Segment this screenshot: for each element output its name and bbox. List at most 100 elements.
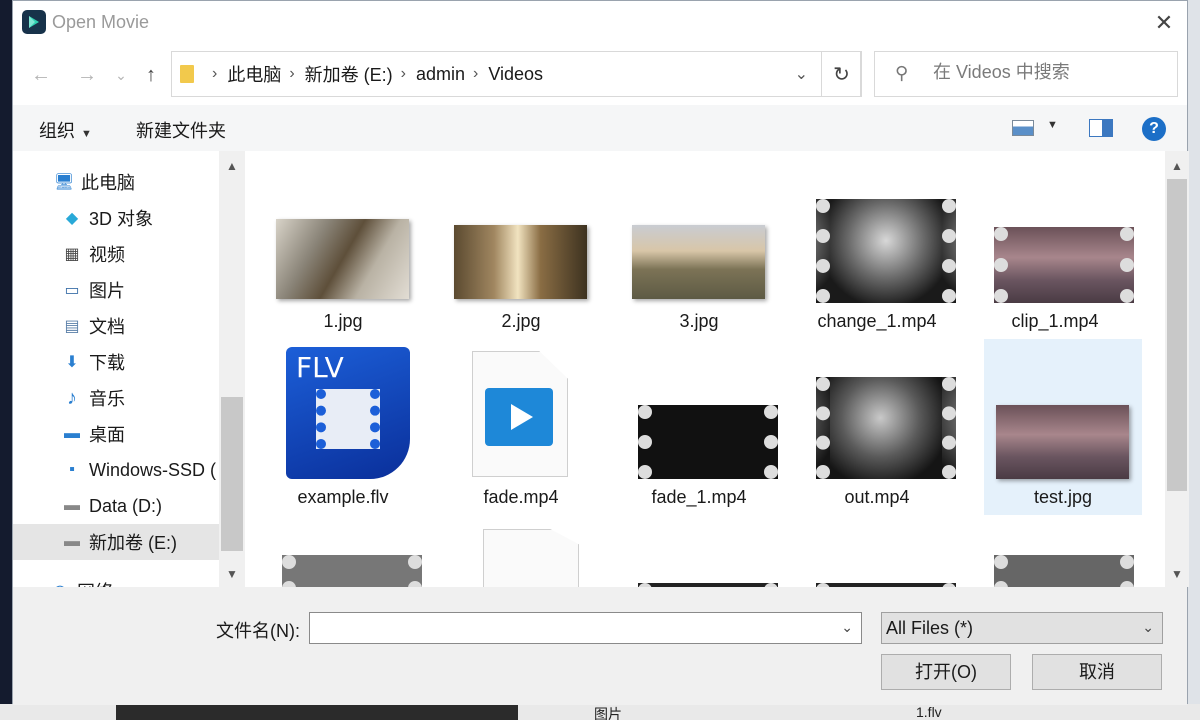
preview-pane-icon[interactable] (1089, 119, 1113, 137)
recent-locations-chevron-icon[interactable]: ⌄ (107, 61, 135, 89)
search-box[interactable]: ⚲ (874, 51, 1178, 97)
back-arrow-icon[interactable]: ← (27, 61, 55, 89)
breadcrumb-separator-icon[interactable]: › (289, 65, 294, 83)
app-icon (22, 10, 46, 34)
file-type-select[interactable]: All Files (*) ⌄ (881, 612, 1163, 644)
sidebar-item-videos[interactable]: ▦ 视频 (13, 236, 219, 272)
video-thumbnail (638, 405, 778, 479)
sidebar-item-label: 文档 (89, 317, 125, 337)
open-movie-dialog: Open Movie ✕ ← → ⌄ ↑ › 此电脑 › 新加卷 (E:) › … (12, 0, 1189, 705)
address-bar[interactable]: › 此电脑 › 新加卷 (E:) › admin › Videos ⌄ (171, 51, 861, 97)
sidebar-item-label: 桌面 (89, 425, 125, 445)
sidebar-scrollbar-thumb[interactable] (221, 397, 243, 551)
music-icon: ♪ (67, 386, 77, 409)
view-options-caret-icon[interactable]: ▼ (1047, 119, 1058, 131)
sidebar-item-network[interactable]: ◎ 网络 (13, 573, 219, 587)
window-title: Open Movie (52, 12, 150, 32)
drive-icon: ▬ (64, 533, 80, 550)
close-icon: ✕ (1154, 10, 1174, 35)
breadcrumb-item[interactable]: admin (416, 64, 465, 85)
breadcrumb-item[interactable]: 新加卷 (E:) (305, 61, 393, 87)
breadcrumb-separator-icon[interactable]: › (401, 65, 406, 83)
sidebar-item-new-volume-e[interactable]: ▬ 新加卷 (E:) (13, 524, 219, 560)
video-thumbnail[interactable] (994, 555, 1134, 587)
sidebar-item-label: 视频 (89, 245, 125, 265)
video-thumbnail[interactable] (282, 555, 422, 587)
refresh-button[interactable]: ↻ (821, 51, 862, 97)
sidebar-item-this-pc[interactable]: 🖥 此电脑 (13, 164, 219, 200)
file-name: 3.jpg (679, 311, 719, 331)
file-name: out.mp4 (844, 487, 910, 507)
sidebar-item-label: 网络 (77, 578, 113, 587)
organize-menu[interactable]: 组织 ▼ (39, 117, 92, 143)
file-item[interactable]: 1.jpg (264, 165, 422, 341)
file-item[interactable]: clip_1.mp4 (976, 165, 1134, 341)
sidebar-item-pictures[interactable]: ▭ 图片 (13, 272, 219, 308)
background-window (1188, 0, 1200, 720)
breadcrumb-item[interactable]: Videos (488, 64, 543, 85)
filename-label: 文件名(N): (216, 621, 300, 641)
file-name: 1.jpg (323, 311, 363, 331)
background-dark-panel (116, 704, 518, 720)
file-item[interactable]: FLV example.flv (264, 339, 422, 515)
sidebar-item-label: 3D 对象 (89, 209, 154, 229)
background-folder-label: 图片 (594, 706, 622, 720)
file-item[interactable]: 3.jpg (620, 165, 778, 341)
file-item[interactable]: 2.jpg (442, 165, 600, 341)
picture-icon: ▭ (64, 282, 80, 299)
file-item[interactable]: test.jpg (984, 339, 1142, 515)
video-thumbnail (994, 227, 1134, 303)
forward-arrow-icon[interactable]: → (73, 61, 101, 89)
file-name: change_1.mp4 (817, 311, 937, 331)
sidebar-item-desktop[interactable]: ▬ 桌面 (13, 416, 219, 452)
close-button[interactable]: ✕ (1141, 1, 1187, 45)
file-type-value: All Files (*) (886, 618, 974, 638)
file-list-scrollbar-thumb[interactable] (1167, 179, 1187, 491)
sidebar-item-music[interactable]: ♪ 音乐 (13, 380, 219, 416)
file-item[interactable]: fade.mp4 (442, 339, 600, 515)
dialog-footer: 文件名(N): ⌄ All Files (*) ⌄ 打开(O) 取消 (13, 587, 1187, 705)
sidebar-item-data-d[interactable]: ▬ Data (D:) (13, 488, 219, 524)
breadcrumb-item[interactable]: 此电脑 (227, 61, 281, 87)
breadcrumb-separator-icon[interactable]: › (473, 65, 478, 83)
cancel-button[interactable]: 取消 (1032, 654, 1162, 690)
scroll-up-icon[interactable]: ▲ (1165, 159, 1189, 173)
file-name: fade_1.mp4 (651, 487, 747, 507)
scroll-down-icon[interactable]: ▼ (219, 567, 245, 581)
refresh-icon: ↻ (833, 63, 850, 86)
filename-field[interactable]: ⌄ (309, 612, 862, 644)
address-history-chevron-icon[interactable]: ⌄ (795, 64, 808, 84)
file-list-scrollbar[interactable]: ▲ ▼ (1165, 151, 1189, 587)
chevron-down-icon[interactable]: ⌄ (841, 619, 853, 636)
file-name: clip_1.mp4 (1011, 311, 1099, 331)
help-icon[interactable]: ? (1142, 117, 1166, 141)
file-thumbnail (276, 219, 409, 299)
search-icon: ⚲ (895, 63, 909, 83)
flv-file-icon: FLV (286, 347, 410, 479)
flv-badge: FLV (296, 351, 344, 384)
file-icon[interactable] (483, 529, 579, 587)
scroll-down-icon[interactable]: ▼ (1165, 567, 1189, 581)
search-input[interactable] (933, 62, 1163, 83)
file-item[interactable]: out.mp4 (798, 339, 956, 515)
sidebar-item-3d-objects[interactable]: ◆ 3D 对象 (13, 200, 219, 236)
film-icon (316, 389, 380, 449)
download-icon: ⬇ (65, 354, 79, 371)
open-button[interactable]: 打开(O) (881, 654, 1011, 690)
video-play-icon (485, 388, 553, 446)
drive-icon: ▬ (64, 497, 80, 514)
up-arrow-icon[interactable]: ↑ (137, 61, 165, 89)
sidebar-scrollbar[interactable]: ▲ ▼ (219, 151, 245, 587)
background-window-bottom: 图片 1.flv (0, 704, 1200, 720)
title-bar: Open Movie ✕ (13, 1, 1187, 45)
change-view-icon[interactable] (1012, 120, 1034, 136)
sidebar-item-label: 新加卷 (E:) (89, 533, 177, 553)
sidebar-item-windows-ssd[interactable]: ▪ Windows-SSD ( (13, 452, 219, 488)
sidebar-item-downloads[interactable]: ⬇ 下载 (13, 344, 219, 380)
new-folder-button[interactable]: 新建文件夹 (136, 117, 226, 143)
scroll-up-icon[interactable]: ▲ (219, 159, 245, 173)
sidebar-item-documents[interactable]: ▤ 文档 (13, 308, 219, 344)
video-thumbnail (816, 377, 956, 479)
file-item[interactable]: fade_1.mp4 (620, 339, 778, 515)
file-item[interactable]: change_1.mp4 (798, 165, 956, 341)
